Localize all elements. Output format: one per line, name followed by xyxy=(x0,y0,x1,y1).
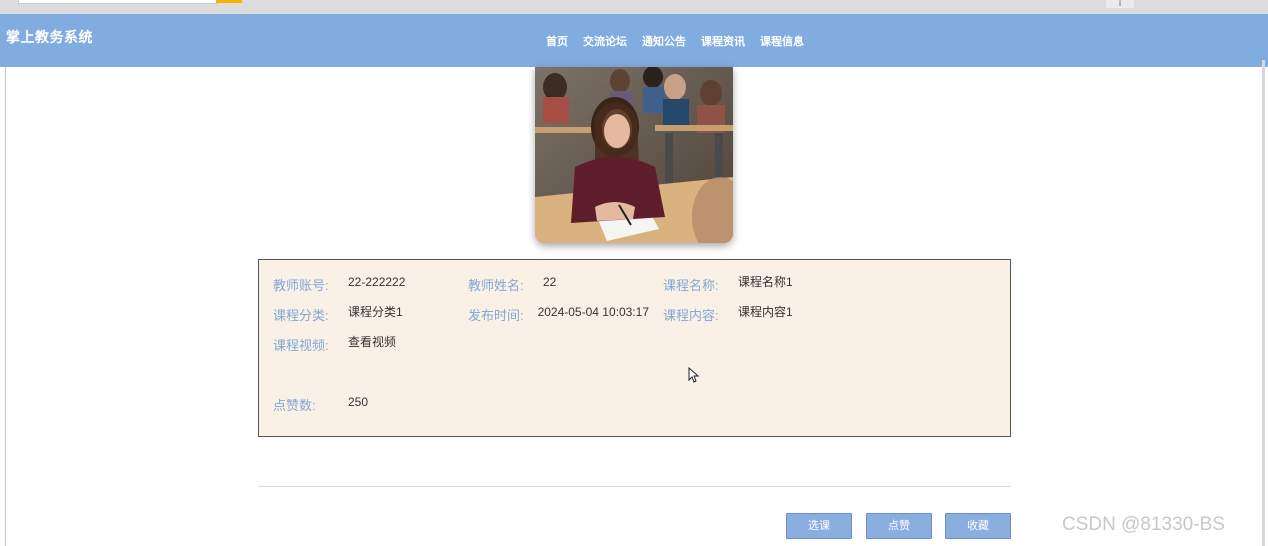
app-title: 掌上教务系统 xyxy=(6,29,93,45)
nav-item-forum[interactable]: 交流论坛 xyxy=(583,33,627,49)
view-video-link[interactable]: 查看视频 xyxy=(348,335,396,355)
detail-row-4: 点赞数: 250 xyxy=(259,395,454,415)
likes-label: 点赞数: xyxy=(273,398,316,413)
select-course-button[interactable]: 选课 xyxy=(786,513,852,539)
field-course-video: 课程视频: 查看视频 xyxy=(259,335,454,355)
detail-row-3: 课程视频: 查看视频 xyxy=(259,335,454,355)
nav-item-notice[interactable]: 通知公告 xyxy=(642,33,686,49)
search-button[interactable] xyxy=(216,0,242,3)
mouse-cursor-icon xyxy=(688,367,700,383)
field-course-content: 课程内容: 课程内容1 xyxy=(649,305,844,325)
teacher-account-label: 教师账号: xyxy=(273,278,329,293)
course-content-value: 课程内容1 xyxy=(738,305,793,319)
likes-value: 250 xyxy=(348,395,369,409)
nav-item-home[interactable]: 首页 xyxy=(546,33,568,49)
classroom-photo xyxy=(535,67,733,243)
teacher-account-value: 22-222222 xyxy=(348,275,406,289)
publish-time-label: 发布时间: xyxy=(468,308,524,323)
browser-top-strip: i xyxy=(0,0,1268,14)
favorite-button[interactable]: 收藏 xyxy=(945,513,1011,539)
field-course-name: 课程名称: 课程名称1 xyxy=(649,275,844,295)
course-image xyxy=(535,67,733,243)
nav-item-course-info[interactable]: 课程信息 xyxy=(760,33,804,49)
main-nav: 首页 交流论坛 通知公告 课程资讯 课程信息 xyxy=(546,33,819,49)
search-input[interactable] xyxy=(18,0,218,4)
page: i 掌上教务系统 首页 交流论坛 通知公告 课程资讯 课程信息 教师账号: 22… xyxy=(0,0,1268,546)
divider xyxy=(258,486,1011,487)
field-teacher-name: 教师姓名: 22 xyxy=(454,275,649,295)
field-publish-time: 发布时间: 2024-05-04 10:03:17 xyxy=(454,305,649,325)
like-button[interactable]: 点赞 xyxy=(866,513,932,539)
course-content-label: 课程内容: xyxy=(663,308,719,323)
course-name-value: 课程名称1 xyxy=(738,275,793,289)
scrollbar[interactable] xyxy=(1262,60,1265,546)
header-bar: 掌上教务系统 首页 交流论坛 通知公告 课程资讯 课程信息 xyxy=(0,14,1268,67)
course-category-value: 课程分类1 xyxy=(348,305,403,319)
nav-item-course-news[interactable]: 课程资讯 xyxy=(701,33,745,49)
field-teacher-account: 教师账号: 22-222222 xyxy=(259,275,454,295)
detail-row-1: 教师账号: 22-222222 教师姓名: 22 课程名称: 课程名称1 xyxy=(259,275,844,295)
course-detail-panel: 教师账号: 22-222222 教师姓名: 22 课程名称: 课程名称1 课程分… xyxy=(258,259,1011,437)
course-video-label: 课程视频: xyxy=(273,338,329,353)
course-name-label: 课程名称: xyxy=(663,278,719,293)
publish-time-value: 2024-05-04 10:03:17 xyxy=(537,305,649,319)
teacher-name-value: 22 xyxy=(543,275,557,289)
detail-row-2: 课程分类: 课程分类1 发布时间: 2024-05-04 10:03:17 课程… xyxy=(259,305,844,325)
field-likes: 点赞数: 250 xyxy=(259,395,454,415)
field-course-category: 课程分类: 课程分类1 xyxy=(259,305,454,325)
left-edge xyxy=(0,67,6,546)
user-icon[interactable]: i xyxy=(1106,0,1134,8)
watermark: CSDN @81330-BS xyxy=(1062,514,1225,535)
course-category-label: 课程分类: xyxy=(273,308,329,323)
teacher-name-label: 教师姓名: xyxy=(468,278,524,293)
